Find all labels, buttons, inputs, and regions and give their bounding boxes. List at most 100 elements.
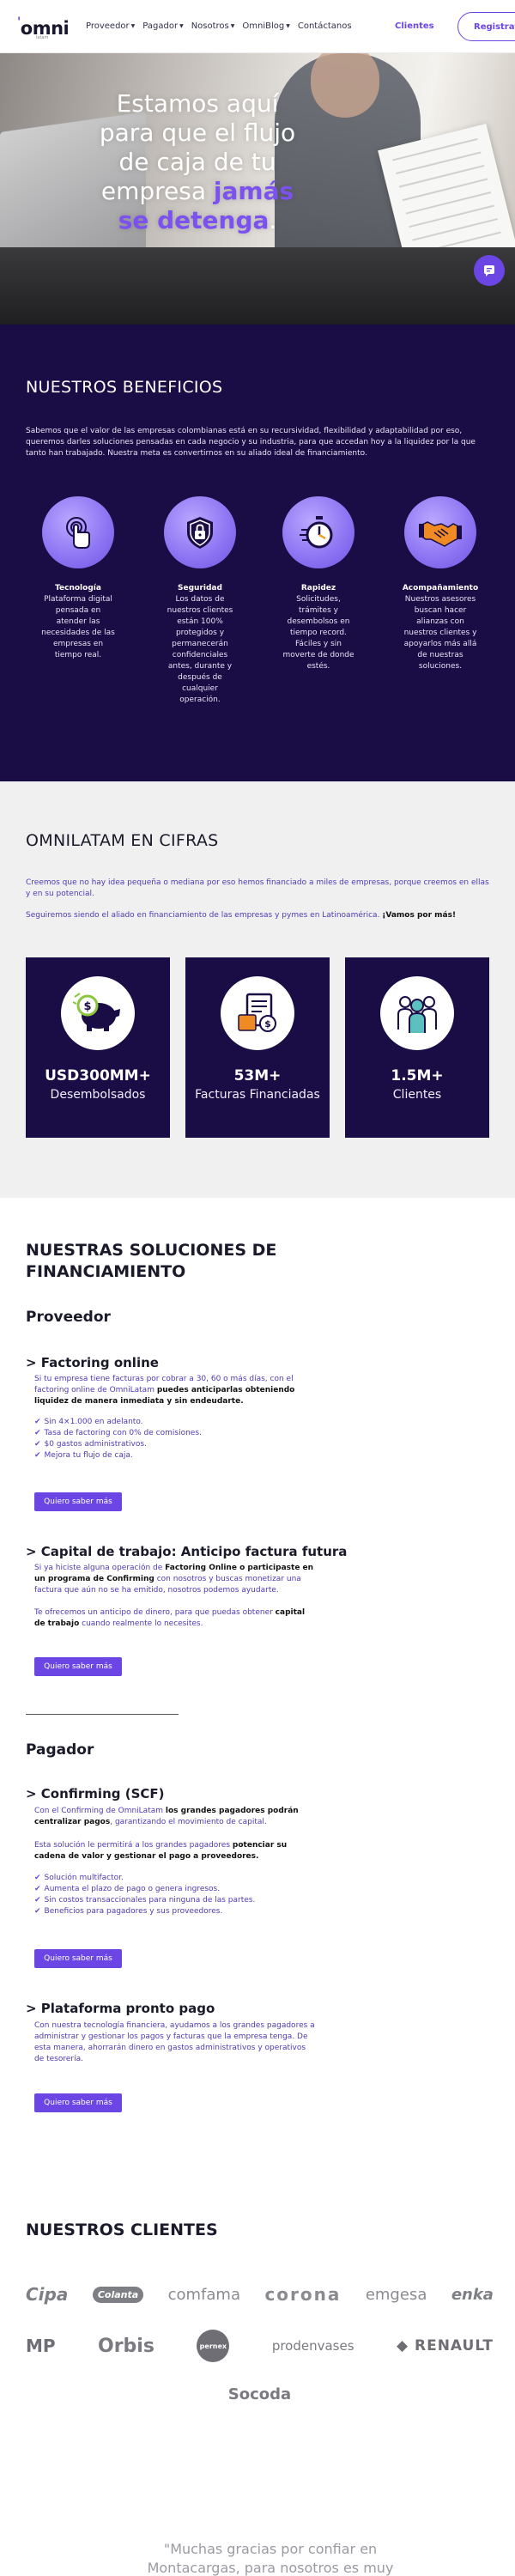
confirming-cta-button[interactable]: Quiero saber más [34,1949,122,1968]
list-item: ✔ Sin 4×1.000 en adelanto. [34,1418,143,1426]
check-icon: ✔ [34,1874,41,1882]
clients-title: NUESTROS CLIENTES [26,2221,218,2239]
section-divider [26,1714,179,1715]
benefits-section: NUESTROS BENEFICIOS Sabemos que el valor… [0,325,515,781]
check-icon: ✔ [34,1896,41,1905]
stats-paragraph-2: Seguiremos siendo el aliado en financiam… [26,911,457,920]
benefits-title: NUESTROS BENEFICIOS [26,378,223,397]
invoice-icon: $ [238,993,276,1032]
logo-subtitle: latam [36,35,49,40]
benefit-rapidez: Rapidez Solicitudes, trámites y desembol… [271,496,366,672]
benefit-tecnologia: Tecnología Plataforma digital pensada en… [31,496,125,661]
client-logos-row-2: MP Orbis pernex prodenvases ◆ RENAULT [26,2327,494,2365]
confirming-title: > Confirming (SCF) [26,1786,165,1801]
top-navbar: 'omni latam Proveedor ▼ Pagador ▼ Nosotros… [0,0,515,53]
check-icon: ✔ [34,1451,41,1460]
menu-item-nosotros[interactable]: Nosotros ▼ [191,21,235,31]
clientes-link[interactable]: Clientes [395,21,434,31]
main-menu: Proveedor ▼ Pagador ▼ Nosotros ▼ OmniBlog ▼ … [86,21,352,31]
factoring-cta-button[interactable]: Quiero saber más [34,1492,122,1511]
list-item: ✔ Solución multifactor. [34,1874,124,1882]
list-item: ✔ Sin costos transaccionales para ninguna… [34,1896,256,1905]
factoring-bullets: ✔ Sin 4×1.000 en adelanto. ✔ Tasa de facto… [34,1417,202,1461]
pronto-pago-title: > Plataforma pronto pago [26,2001,215,2016]
stat-card-facturas: $ 53M+ Facturas Financiadas [185,957,330,1138]
proveedor-subtitle: Proveedor [26,1309,111,1326]
confirming-description-1: Con el Confirming de OmniLatam los grand… [34,1807,299,1826]
menu-item-contactanos[interactable]: Contáctanos [298,21,352,31]
chat-icon [484,265,494,276]
capital-description-1: Si ya hiciste alguna operación de Factor… [34,1564,314,1595]
chevron-down-icon: ▼ [130,23,136,29]
chevron-down-icon: ▼ [230,23,235,29]
menu-item-pagador[interactable]: Pagador ▼ [142,21,183,31]
chevron-down-icon: ▼ [286,23,290,29]
desk-image [0,247,515,325]
list-item: ✔ Mejora tu flujo de caja. [34,1451,133,1460]
capital-description-2: Te ofrecemos un anticipo de dinero, para… [34,1608,306,1628]
factoring-description: Si tu empresa tiene facturas por cobrar … [34,1375,295,1406]
stats-title: OMNILATAM EN CIFRAS [26,831,219,850]
stats-paragraph-1: Creemos que no hay idea pequeña o median… [26,878,489,898]
list-item: ✔ Tasa de factoring con 0% de comisiones. [34,1429,202,1437]
pagador-subtitle: Pagador [26,1741,94,1759]
client-logo-mp: MP [26,2336,56,2356]
people-icon [397,996,437,1033]
menu-item-omniblog[interactable]: OmniBlog ▼ [242,21,289,31]
capital-cta-button[interactable]: Quiero saber más [34,1657,122,1676]
capital-title: > Capital de trabajo: Anticipo factura f… [26,1544,348,1559]
client-logo-enka: enka [451,2285,494,2304]
benefit-acompanamiento: Acompañamiento Nuestros asesores buscan … [393,496,488,672]
solutions-title: NUESTRAS SOLUCIONES DE FINANCIAMIENTO [26,1241,277,1281]
benefit-icon-circle [42,496,114,568]
chevron-down-icon: ▼ [179,23,184,29]
client-logo-pernex: pernex [197,2330,230,2362]
list-item: ✔ Beneficios para pagadores y sus proveed… [34,1907,223,1916]
touch-icon [66,517,90,549]
benefit-icon-circle [282,496,354,568]
benefit-icon-circle [164,496,236,568]
shield-lock-icon [187,517,213,549]
register-button[interactable]: Registrate [457,12,515,41]
client-logo-renault: ◆ RENAULT [396,2337,494,2354]
chat-button[interactable] [474,255,505,286]
client-logos-row-1: Cipa Colanta comfama corona emgesa enka [26,2277,494,2312]
pronto-pago-cta-button[interactable]: Quiero saber más [34,2093,122,2112]
stats-section: OMNILATAM EN CIFRAS Creemos que no hay i… [0,781,515,1198]
stat-card-clientes: 1.5M+ Clientes [345,957,489,1138]
check-icon: ✔ [34,1907,41,1916]
list-item: ✔ $0 gastos administrativos. [34,1440,147,1449]
hero-banner: Estamos aquí para que el flujo de caja d… [0,53,515,325]
hero-title: Estamos aquí para que el flujo de caja d… [99,89,296,234]
check-icon: ✔ [34,1885,41,1893]
svg-text:$: $ [264,1018,271,1030]
list-item: ✔ Aumenta el plazo de pago o genera ingre… [34,1885,221,1893]
handshake-icon [419,521,462,547]
client-logo-corona: corona [264,2284,342,2305]
benefit-icon-circle [404,496,476,568]
check-icon: ✔ [34,1429,41,1437]
svg-text:$: $ [83,1000,91,1013]
renault-diamond-icon: ◆ [396,2337,415,2354]
benefit-seguridad: Seguridad Los datos de nuestros clientes… [153,496,247,706]
client-logos-row-3: Socoda [26,2377,494,2411]
pronto-pago-description: Con nuestra tecnología financiera, ayuda… [34,2021,315,2063]
menu-item-proveedor[interactable]: Proveedor ▼ [86,21,135,31]
stat-card-desembolsados: $ USD300MM+ Desembolsados [26,957,170,1138]
client-logo-colanta: Colanta [92,2286,144,2303]
client-logo-orbis: Orbis [98,2335,154,2357]
client-logo-emgesa: emgesa [365,2285,427,2304]
client-logo-socoda: Socoda [227,2385,292,2403]
client-logo-comfama: comfama [167,2285,240,2304]
client-logo-cipa: Cipa [26,2284,69,2305]
confirming-description-2: Esta solución le permitirá a los grandes… [34,1841,288,1861]
testimonial-quote: "Muchas gracias por confiar en Montacarg… [147,2541,394,2576]
client-logo-prodenvases: prodenvases [271,2338,354,2354]
piggy-bank-icon: $ [73,993,120,1031]
stopwatch-icon [300,516,333,549]
check-icon: ✔ [34,1418,41,1426]
check-icon: ✔ [34,1440,41,1449]
benefits-intro: Sabemos que el valor de las empresas col… [26,427,476,458]
factoring-title: > Factoring online [26,1355,159,1370]
confirming-bullets: ✔ Solución multifactor. ✔ Aumenta el plazo… [34,1873,255,1917]
